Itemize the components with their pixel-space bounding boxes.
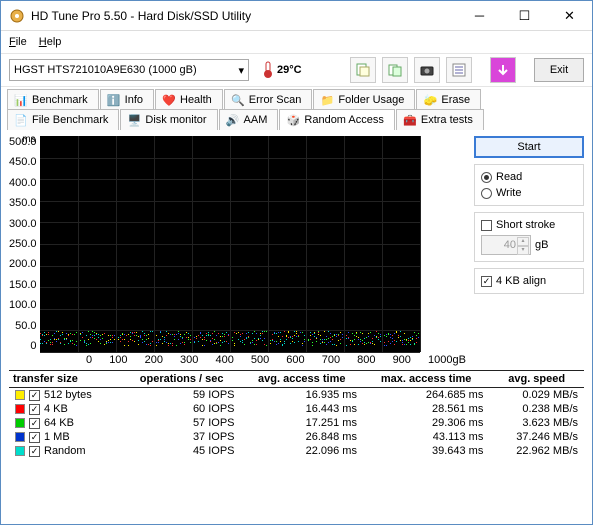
tab-icon: 📊	[14, 93, 28, 107]
stroke-panel: Short stroke 40 ▴▾ gB	[474, 212, 584, 262]
radio-read[interactable]: Read	[481, 171, 577, 183]
chart-area: ms 500.0450.0400.0350.0300.0250.0200.015…	[9, 136, 466, 366]
minimize-button[interactable]: ─	[457, 1, 502, 30]
thermometer-icon	[263, 61, 273, 79]
tab-file-benchmark[interactable]: 📄File Benchmark	[7, 109, 119, 130]
tab-icon: ❤️	[162, 93, 176, 107]
tab-aam[interactable]: 🔊AAM	[219, 109, 279, 130]
series-swatch	[15, 446, 25, 456]
tab-icon: 🔊	[226, 113, 240, 127]
tab-icon: 🎲	[286, 113, 300, 127]
maximize-button[interactable]: ☐	[502, 1, 547, 30]
window-title: HD Tune Pro 5.50 - Hard Disk/SSD Utility	[31, 9, 457, 23]
col-header: avg. speed	[489, 371, 584, 388]
col-header: transfer size	[9, 371, 123, 388]
screenshot-button[interactable]	[414, 57, 440, 83]
mode-panel: Read Write	[474, 164, 584, 206]
table-row: ✓1 MB37 IOPS26.848 ms43.113 ms37.246 MB/…	[9, 430, 584, 444]
close-button[interactable]: ✕	[547, 1, 592, 30]
stroke-unit: gB	[535, 239, 548, 251]
checkbox-icon[interactable]: ✓	[29, 390, 40, 401]
tab-extra-tests[interactable]: 🧰Extra tests	[396, 109, 484, 130]
tab-info[interactable]: ℹ️Info	[100, 89, 154, 110]
save-button[interactable]	[490, 57, 516, 83]
checkbox-icon[interactable]: ✓	[29, 432, 40, 443]
tab-error-scan[interactable]: 🔍Error Scan	[224, 89, 313, 110]
options-button[interactable]	[446, 57, 472, 83]
app-icon	[9, 8, 25, 24]
col-header: max. access time	[363, 371, 489, 388]
spin-up-icon: ▴	[517, 237, 529, 246]
drive-select-value: HGST HTS721010A9E630 (1000 gB)	[14, 64, 197, 76]
tab-icon: 🔍	[231, 93, 245, 107]
tab-icon: 🧰	[403, 113, 417, 127]
radio-dot-icon	[481, 188, 492, 199]
exit-button[interactable]: Exit	[534, 58, 584, 82]
start-button[interactable]: Start	[474, 136, 584, 158]
spin-down-icon: ▾	[517, 246, 529, 255]
align-panel: ✓4 KB align	[474, 268, 584, 294]
tab-icon: ℹ️	[107, 93, 121, 107]
series-swatch	[15, 432, 25, 442]
results-table: transfer sizeoperations / secavg. access…	[9, 370, 584, 458]
stroke-value-input: 40 ▴▾	[481, 235, 531, 255]
menu-file[interactable]: File	[9, 36, 27, 48]
copy-screenshot-button[interactable]	[382, 57, 408, 83]
checkbox-icon[interactable]: ✓	[29, 418, 40, 429]
tab-container: 📊Benchmarkℹ️Info❤️Health🔍Error Scan📁Fold…	[1, 87, 592, 130]
chevron-down-icon: ▾	[238, 64, 244, 77]
scatter-plot	[40, 136, 420, 352]
tab-random-access[interactable]: 🎲Random Access	[279, 109, 394, 130]
check-short-stroke[interactable]: Short stroke	[481, 219, 577, 231]
copy-info-button[interactable]	[350, 57, 376, 83]
title-bar: HD Tune Pro 5.50 - Hard Disk/SSD Utility…	[1, 1, 592, 31]
toolbar: HGST HTS721010A9E630 (1000 gB) ▾ 29°C Ex…	[1, 53, 592, 87]
series-swatch	[15, 404, 25, 414]
y-axis-unit: ms	[22, 134, 35, 145]
tab-health[interactable]: ❤️Health	[155, 89, 223, 110]
tab-icon: 🧽	[423, 93, 437, 107]
checkbox-icon[interactable]: ✓	[29, 404, 40, 415]
radio-write[interactable]: Write	[481, 187, 577, 199]
menu-bar: File Help	[1, 31, 592, 53]
tab-disk-monitor[interactable]: 🖥️Disk monitor	[120, 109, 217, 130]
series-swatch	[15, 418, 25, 428]
tab-icon: 🖥️	[127, 113, 141, 127]
side-panel: Start Read Write Short stroke 40 ▴▾ gB ✓…	[474, 136, 584, 366]
drive-select[interactable]: HGST HTS721010A9E630 (1000 gB) ▾	[9, 59, 249, 81]
x-axis: 01002003004005006007008009001000gB	[86, 352, 466, 366]
table-row: ✓4 KB60 IOPS16.443 ms28.561 ms0.238 MB/s	[9, 402, 584, 416]
checkbox-icon: ✓	[481, 276, 492, 287]
table-row: ✓64 KB57 IOPS17.251 ms29.306 ms3.623 MB/…	[9, 416, 584, 430]
check-align[interactable]: ✓4 KB align	[481, 275, 577, 287]
tab-icon: 📄	[14, 113, 28, 127]
temperature-display: 29°C	[263, 61, 302, 79]
radio-dot-icon	[481, 172, 492, 183]
series-swatch	[15, 390, 25, 400]
menu-help[interactable]: Help	[39, 36, 62, 48]
col-header: avg. access time	[241, 371, 363, 388]
tab-icon: 📁	[320, 93, 334, 107]
table-row: ✓512 bytes59 IOPS16.935 ms264.685 ms0.02…	[9, 388, 584, 403]
tab-benchmark[interactable]: 📊Benchmark	[7, 89, 99, 110]
tab-folder-usage[interactable]: 📁Folder Usage	[313, 89, 415, 110]
col-header: operations / sec	[123, 371, 241, 388]
tab-erase[interactable]: 🧽Erase	[416, 89, 481, 110]
checkbox-icon[interactable]: ✓	[29, 446, 40, 457]
results-table-wrap: transfer sizeoperations / secavg. access…	[1, 370, 592, 464]
checkbox-icon	[481, 220, 492, 231]
y-axis: ms 500.0450.0400.0350.0300.0250.0200.015…	[9, 136, 40, 352]
table-row: ✓Random45 IOPS22.096 ms39.643 ms22.962 M…	[9, 444, 584, 458]
temperature-value: 29°C	[277, 64, 302, 76]
